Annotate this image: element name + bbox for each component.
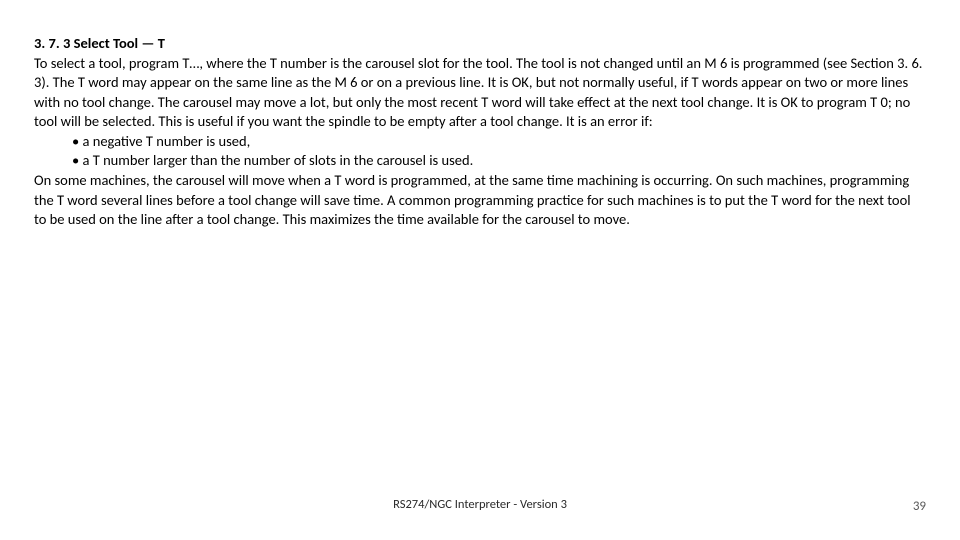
bullet-list: • a negative T number is used, • a T num…	[34, 132, 926, 171]
page-number: 39	[913, 498, 926, 516]
footer-title: RS274/NGC Interpreter - Version 3	[0, 497, 960, 514]
list-item: • a negative T number is used,	[72, 132, 926, 152]
page-body: 3. 7. 3 Select Tool — T To select a tool…	[0, 0, 960, 230]
paragraph-1: To select a tool, program T…, where the …	[34, 54, 926, 132]
paragraph-2: On some machines, the carousel will move…	[34, 171, 926, 230]
list-item: • a T number larger than the number of s…	[72, 151, 926, 171]
section-heading: 3. 7. 3 Select Tool — T	[34, 34, 926, 54]
